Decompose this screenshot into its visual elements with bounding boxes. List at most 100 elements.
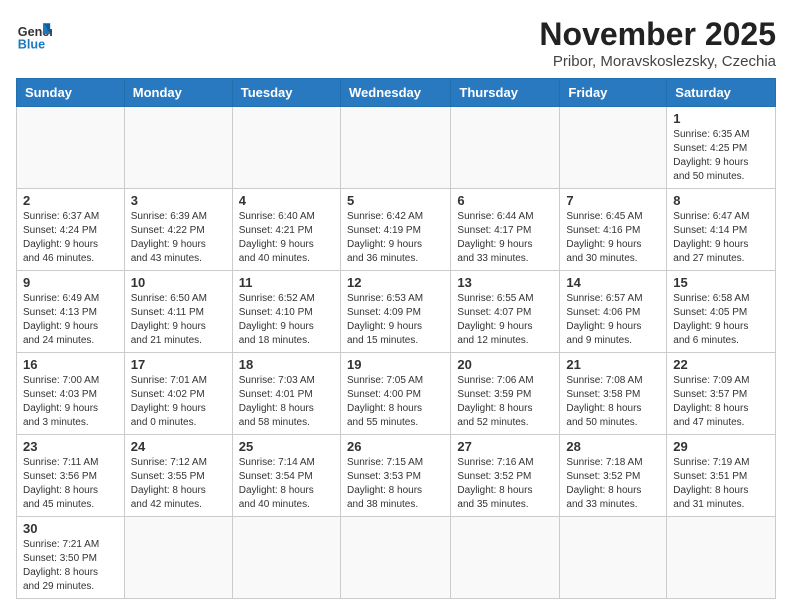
cell-info: Sunrise: 7:21 AM Sunset: 3:50 PM Dayligh…: [23, 538, 118, 594]
cell-info: Sunrise: 6:42 AM Sunset: 4:19 PM Dayligh…: [347, 210, 444, 266]
calendar-cell: 27Sunrise: 7:16 AM Sunset: 3:52 PM Dayli…: [451, 435, 560, 517]
calendar-cell: 18 Sunrise: 7:03 AM Sunset: 4:01 PM Dayli…: [232, 353, 340, 435]
cell-info: Sunrise: 7:19 AM Sunset: 3:51 PM Dayligh…: [673, 456, 769, 512]
calendar-cell: 29Sunrise: 7:19 AM Sunset: 3:51 PM Dayli…: [667, 435, 776, 517]
day-number: 18: [239, 357, 334, 372]
day-number: 10: [131, 275, 226, 290]
calendar-week-row: 23 Sunrise: 7:11 AM Sunset: 3:56 PM Dayli…: [17, 435, 776, 517]
day-number: 8: [673, 193, 769, 208]
day-number: 12: [347, 275, 444, 290]
column-header-saturday: Saturday: [667, 79, 776, 107]
column-header-wednesday: Wednesday: [340, 79, 450, 107]
calendar-cell: [232, 517, 340, 599]
calendar-cell: [124, 107, 232, 189]
day-number: 26: [347, 439, 444, 454]
calendar-cell: 14Sunrise: 6:57 AM Sunset: 4:06 PM Dayli…: [560, 271, 667, 353]
day-number: 21: [566, 357, 660, 372]
cell-info: Sunrise: 6:37 AM Sunset: 4:24 PM Dayligh…: [23, 210, 118, 266]
calendar-cell: 28 Sunrise: 7:18 AM Sunset: 3:52 PM Dayli…: [560, 435, 667, 517]
cell-info: Sunrise: 6:50 AM Sunset: 4:11 PM Dayligh…: [131, 292, 226, 348]
day-number: 7: [566, 193, 660, 208]
calendar-cell: 4Sunrise: 6:40 AM Sunset: 4:21 PM Daylig…: [232, 189, 340, 271]
day-number: 17: [131, 357, 226, 372]
cell-info: Sunrise: 7:14 AM Sunset: 3:54 PM Dayligh…: [239, 456, 334, 512]
calendar-week-row: 9Sunrise: 6:49 AM Sunset: 4:13 PM Daylig…: [17, 271, 776, 353]
day-number: 11: [239, 275, 334, 290]
calendar-cell: [124, 517, 232, 599]
generalblue-logo-icon: General Blue: [16, 16, 52, 52]
cell-info: Sunrise: 7:16 AM Sunset: 3:52 PM Dayligh…: [457, 456, 553, 512]
calendar-cell: 19 Sunrise: 7:05 AM Sunset: 4:00 PM Dayli…: [340, 353, 450, 435]
day-number: 2: [23, 193, 118, 208]
calendar-cell: 13 Sunrise: 6:55 AM Sunset: 4:07 PM Dayli…: [451, 271, 560, 353]
column-header-tuesday: Tuesday: [232, 79, 340, 107]
cell-info: Sunrise: 6:44 AM Sunset: 4:17 PM Dayligh…: [457, 210, 553, 266]
calendar-cell: 6 Sunrise: 6:44 AM Sunset: 4:17 PM Daylig…: [451, 189, 560, 271]
calendar-week-row: 30 Sunrise: 7:21 AM Sunset: 3:50 PM Dayli…: [17, 517, 776, 599]
calendar-cell: 22 Sunrise: 7:09 AM Sunset: 3:57 PM Dayli…: [667, 353, 776, 435]
cell-info: Sunrise: 7:00 AM Sunset: 4:03 PM Dayligh…: [23, 374, 118, 430]
day-number: 25: [239, 439, 334, 454]
calendar-cell: 26 Sunrise: 7:15 AM Sunset: 3:53 PM Dayli…: [340, 435, 450, 517]
calendar-cell: 12 Sunrise: 6:53 AM Sunset: 4:09 PM Dayli…: [340, 271, 450, 353]
cell-info: Sunrise: 6:47 AM Sunset: 4:14 PM Dayligh…: [673, 210, 769, 266]
calendar-cell: 20Sunrise: 7:06 AM Sunset: 3:59 PM Dayli…: [451, 353, 560, 435]
cell-info: Sunrise: 7:18 AM Sunset: 3:52 PM Dayligh…: [566, 456, 660, 512]
cell-info: Sunrise: 7:03 AM Sunset: 4:01 PM Dayligh…: [239, 374, 334, 430]
calendar-table: SundayMondayTuesdayWednesdayThursdayFrid…: [16, 78, 776, 599]
cell-info: Sunrise: 6:53 AM Sunset: 4:09 PM Dayligh…: [347, 292, 444, 348]
cell-info: Sunrise: 6:35 AM Sunset: 4:25 PM Dayligh…: [673, 128, 769, 184]
cell-info: Sunrise: 7:01 AM Sunset: 4:02 PM Dayligh…: [131, 374, 226, 430]
location-title: Pribor, Moravskoslezsky, Czechia: [539, 53, 776, 70]
calendar-cell: 21 Sunrise: 7:08 AM Sunset: 3:58 PM Dayli…: [560, 353, 667, 435]
day-number: 22: [673, 357, 769, 372]
day-number: 23: [23, 439, 118, 454]
calendar-cell: 15Sunrise: 6:58 AM Sunset: 4:05 PM Dayli…: [667, 271, 776, 353]
day-number: 1: [673, 111, 769, 126]
day-number: 19: [347, 357, 444, 372]
calendar-cell: [451, 107, 560, 189]
calendar-cell: [451, 517, 560, 599]
page-header: General Blue November 2025 Pribor, Morav…: [16, 16, 776, 70]
calendar-cell: 30 Sunrise: 7:21 AM Sunset: 3:50 PM Dayli…: [17, 517, 125, 599]
cell-info: Sunrise: 7:05 AM Sunset: 4:00 PM Dayligh…: [347, 374, 444, 430]
day-number: 9: [23, 275, 118, 290]
calendar-cell: [232, 107, 340, 189]
day-number: 30: [23, 521, 118, 536]
cell-info: Sunrise: 7:15 AM Sunset: 3:53 PM Dayligh…: [347, 456, 444, 512]
column-header-monday: Monday: [124, 79, 232, 107]
calendar-week-row: 2 Sunrise: 6:37 AM Sunset: 4:24 PM Daylig…: [17, 189, 776, 271]
calendar-cell: 16 Sunrise: 7:00 AM Sunset: 4:03 PM Dayli…: [17, 353, 125, 435]
cell-info: Sunrise: 6:52 AM Sunset: 4:10 PM Dayligh…: [239, 292, 334, 348]
title-section: November 2025 Pribor, Moravskoslezsky, C…: [539, 16, 776, 70]
calendar-cell: 7 Sunrise: 6:45 AM Sunset: 4:16 PM Daylig…: [560, 189, 667, 271]
cell-info: Sunrise: 7:12 AM Sunset: 3:55 PM Dayligh…: [131, 456, 226, 512]
calendar-cell: 10 Sunrise: 6:50 AM Sunset: 4:11 PM Dayli…: [124, 271, 232, 353]
cell-info: Sunrise: 7:09 AM Sunset: 3:57 PM Dayligh…: [673, 374, 769, 430]
calendar-cell: 3 Sunrise: 6:39 AM Sunset: 4:22 PM Daylig…: [124, 189, 232, 271]
cell-info: Sunrise: 6:39 AM Sunset: 4:22 PM Dayligh…: [131, 210, 226, 266]
calendar-header-row: SundayMondayTuesdayWednesdayThursdayFrid…: [17, 79, 776, 107]
day-number: 28: [566, 439, 660, 454]
cell-info: Sunrise: 7:11 AM Sunset: 3:56 PM Dayligh…: [23, 456, 118, 512]
calendar-cell: 8 Sunrise: 6:47 AM Sunset: 4:14 PM Daylig…: [667, 189, 776, 271]
calendar-cell: 24Sunrise: 7:12 AM Sunset: 3:55 PM Dayli…: [124, 435, 232, 517]
cell-info: Sunrise: 6:45 AM Sunset: 4:16 PM Dayligh…: [566, 210, 660, 266]
cell-info: Sunrise: 7:08 AM Sunset: 3:58 PM Dayligh…: [566, 374, 660, 430]
day-number: 5: [347, 193, 444, 208]
column-header-thursday: Thursday: [451, 79, 560, 107]
calendar-week-row: 1 Sunrise: 6:35 AM Sunset: 4:25 PM Daylig…: [17, 107, 776, 189]
calendar-cell: [340, 517, 450, 599]
day-number: 3: [131, 193, 226, 208]
cell-info: Sunrise: 6:55 AM Sunset: 4:07 PM Dayligh…: [457, 292, 553, 348]
day-number: 20: [457, 357, 553, 372]
month-title: November 2025: [539, 16, 776, 53]
day-number: 16: [23, 357, 118, 372]
calendar-cell: 17 Sunrise: 7:01 AM Sunset: 4:02 PM Dayli…: [124, 353, 232, 435]
cell-info: Sunrise: 6:58 AM Sunset: 4:05 PM Dayligh…: [673, 292, 769, 348]
day-number: 6: [457, 193, 553, 208]
day-number: 13: [457, 275, 553, 290]
cell-info: Sunrise: 6:57 AM Sunset: 4:06 PM Dayligh…: [566, 292, 660, 348]
logo: General Blue: [16, 16, 52, 52]
cell-info: Sunrise: 6:40 AM Sunset: 4:21 PM Dayligh…: [239, 210, 334, 266]
